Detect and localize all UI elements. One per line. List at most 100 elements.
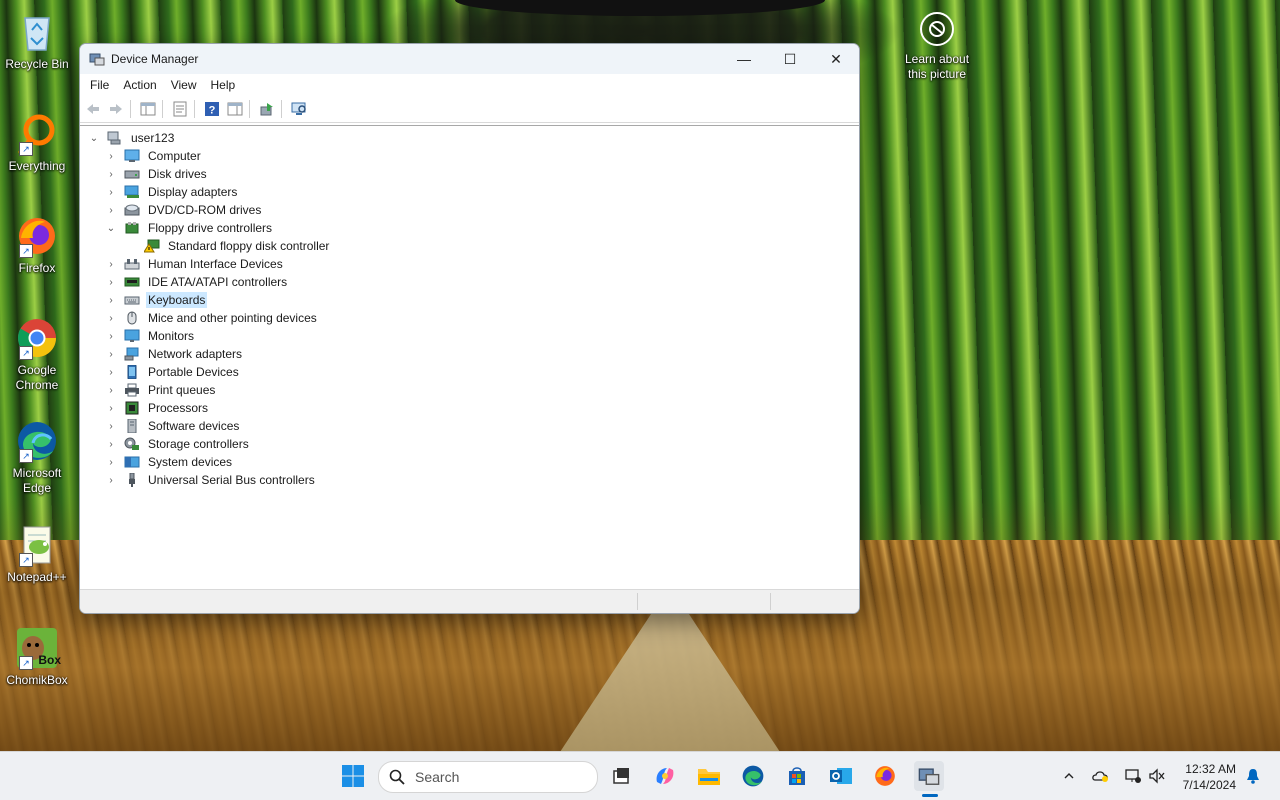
device-manager-taskbar-button[interactable] [914, 761, 944, 791]
device-manager-icon [89, 51, 105, 67]
keyboard-icon [124, 293, 140, 307]
tree-node-system-devices[interactable]: › System devices [105, 453, 234, 471]
chevron-right-icon[interactable]: › [105, 453, 117, 471]
status-bar-divider [637, 593, 638, 610]
menu-help[interactable]: Help [211, 78, 236, 92]
tree-node-disk-drives[interactable]: › Disk drives [105, 165, 209, 183]
back-button[interactable] [83, 99, 103, 119]
taskbar-search[interactable] [378, 761, 598, 793]
update-driver-button[interactable] [257, 99, 277, 119]
show-hide-console-tree-button[interactable] [138, 99, 158, 119]
tree-node-storage-controllers[interactable]: › Storage controllers [105, 435, 251, 453]
chevron-right-icon[interactable]: › [105, 435, 117, 453]
tree-node-processors[interactable]: › Processors [105, 399, 210, 417]
tree-node-dvd-drives[interactable]: › DVD/CD-ROM drives [105, 201, 263, 219]
minimize-button[interactable]: — [721, 44, 767, 74]
chevron-down-icon[interactable]: ⌄ [88, 129, 100, 147]
menu-file[interactable]: File [90, 78, 109, 92]
tree-node-mice[interactable]: › Mice and other pointing devices [105, 309, 319, 327]
chevron-right-icon[interactable]: › [105, 363, 117, 381]
tree-node-ide-controllers[interactable]: › IDE ATA/ATAPI controllers [105, 273, 289, 291]
chevron-right-icon[interactable]: › [105, 399, 117, 417]
tree-child-standard-floppy-controller[interactable]: Standard floppy disk controller [136, 237, 331, 255]
volume-tray-button[interactable] [1146, 752, 1168, 800]
tree-node-label: Computer [148, 149, 201, 163]
taskbar-clock[interactable]: 12:32 AM 7/14/2024 [1183, 761, 1236, 793]
firefox-taskbar-button[interactable] [870, 761, 900, 791]
chevron-right-icon[interactable]: › [105, 165, 117, 183]
forward-button[interactable] [106, 99, 126, 119]
tree-root[interactable]: ⌄ user123 [88, 129, 176, 147]
start-button[interactable] [338, 761, 368, 791]
tree-node-computer[interactable]: › Computer [105, 147, 203, 165]
task-view-button[interactable] [606, 761, 636, 791]
tree-node-print-queues[interactable]: › Print queues [105, 381, 217, 399]
desktop-icon-chrome[interactable]: ↗ Google Chrome [4, 316, 70, 393]
close-button[interactable]: ✕ [813, 44, 859, 74]
copilot-button[interactable] [650, 761, 680, 791]
back-arrow-icon [87, 104, 99, 114]
portable-device-icon [124, 364, 140, 380]
menu-action[interactable]: Action [123, 78, 156, 92]
onedrive-tray-button[interactable] [1090, 752, 1112, 800]
tree-node-floppy-controllers[interactable]: ⌄ Floppy drive controllers [105, 219, 274, 237]
shortcut-arrow-icon: ↗ [19, 142, 33, 156]
tree-node-network-adapters[interactable]: › Network adapters [105, 345, 244, 363]
learn-about-picture[interactable]: Learn about this picture [900, 12, 974, 82]
chevron-right-icon[interactable]: › [105, 309, 117, 327]
file-explorer-button[interactable] [694, 761, 724, 791]
action-pane-button[interactable] [225, 99, 245, 119]
properties-icon [173, 101, 187, 117]
desktop-icon-edge[interactable]: ↗ Microsoft Edge [4, 419, 70, 496]
tree-node-portable-devices[interactable]: › Portable Devices [105, 363, 241, 381]
chevron-right-icon[interactable]: › [105, 345, 117, 363]
tree-node-hid[interactable]: › Human Interface Devices [105, 255, 285, 273]
desktop-icon-chomikbox[interactable]: ↗ Box ChomikBox [4, 626, 70, 688]
menu-bar: File Action View Help [80, 74, 859, 96]
scan-hardware-icon [291, 102, 306, 115]
tree-node-keyboards[interactable]: › Keyboards [105, 291, 208, 309]
chevron-down-icon[interactable]: ⌄ [105, 219, 117, 237]
store-icon [789, 767, 805, 785]
firefox-icon: ↗ [15, 214, 59, 258]
show-hidden-icons-button[interactable] [1058, 752, 1080, 800]
search-icon [389, 769, 405, 785]
search-input[interactable] [413, 768, 577, 786]
notifications-button[interactable] [1242, 752, 1264, 800]
desktop-icon-everything[interactable]: ↗ Everything [4, 112, 70, 174]
chevron-right-icon[interactable]: › [105, 417, 117, 435]
tree-node-display-adapters[interactable]: › Display adapters [105, 183, 239, 201]
tree-node-usb-controllers[interactable]: › Universal Serial Bus controllers [105, 471, 317, 489]
tree-node-software-devices[interactable]: › Software devices [105, 417, 241, 435]
console-tree-icon [140, 102, 156, 116]
chevron-right-icon[interactable]: › [105, 147, 117, 165]
learn-about-picture-label: Learn about this picture [904, 52, 970, 81]
forward-arrow-icon [110, 104, 122, 114]
tree-node-monitors[interactable]: › Monitors [105, 327, 196, 345]
menu-view[interactable]: View [171, 78, 197, 92]
desktop-icon-firefox[interactable]: ↗ Firefox [4, 214, 70, 276]
desktop-icon-notepadpp[interactable]: ↗ Notepad++ [4, 523, 70, 585]
edge-taskbar-button[interactable] [738, 761, 768, 791]
properties-button[interactable] [170, 99, 190, 119]
title-bar[interactable]: Device Manager — ☐ ✕ [80, 44, 859, 74]
chevron-right-icon[interactable]: › [105, 255, 117, 273]
store-button[interactable] [782, 761, 812, 791]
network-tray-button[interactable] [1122, 752, 1144, 800]
chevron-right-icon[interactable]: › [105, 291, 117, 309]
taskbar: 12:32 AM 7/14/2024 [0, 751, 1280, 800]
chevron-right-icon[interactable]: › [105, 471, 117, 489]
chevron-right-icon[interactable]: › [105, 273, 117, 291]
help-button[interactable]: ? [202, 99, 222, 119]
maximize-button[interactable]: ☐ [767, 44, 813, 74]
chevron-right-icon[interactable]: › [105, 381, 117, 399]
tree-node-label: DVD/CD-ROM drives [148, 203, 262, 217]
desktop-icon-recycle-bin[interactable]: Recycle Bin [4, 10, 70, 72]
chevron-right-icon[interactable]: › [105, 327, 117, 345]
outlook-button[interactable] [826, 761, 856, 791]
scan-hardware-button[interactable] [289, 99, 309, 119]
edge-icon: ↗ [15, 419, 59, 463]
chevron-right-icon[interactable]: › [105, 183, 117, 201]
tree-node-label: System devices [148, 455, 233, 469]
chevron-right-icon[interactable]: › [105, 201, 117, 219]
